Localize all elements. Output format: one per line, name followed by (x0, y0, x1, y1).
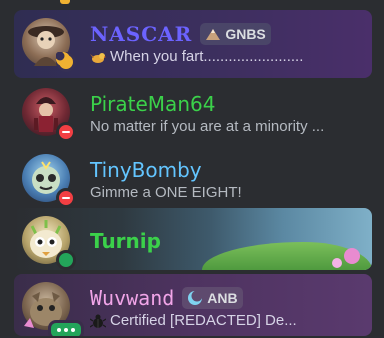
member-name: Turnip (90, 229, 161, 253)
member-item-turnip[interactable]: Turnip (14, 208, 372, 270)
status-typing-icon (48, 320, 84, 336)
flower-decoration (332, 258, 342, 268)
member-item-wuvwand[interactable]: Wuvwand ANB Certified [REDACTED] De... (14, 274, 372, 336)
status-indicator-partial (60, 0, 70, 4)
mountain-icon (205, 26, 221, 42)
guild-tag-label: GNBS (225, 26, 266, 42)
member-activity: When you fart........................ (110, 48, 304, 65)
status-dnd-icon (56, 188, 76, 208)
guild-tag[interactable]: GNBS (200, 23, 271, 45)
member-item-tinybomby[interactable]: TinyBomby Gimme a ONE EIGHT! (14, 146, 372, 210)
moon-icon (187, 290, 203, 306)
bird-emoji (90, 49, 106, 65)
member-activity: Certified [REDACTED] De... (110, 312, 297, 329)
member-name: NASCAR (90, 22, 193, 46)
flower-decoration (344, 248, 360, 264)
member-name: PirateMan64 (90, 92, 216, 116)
guild-tag-label: ANB (207, 290, 238, 306)
beetle-emoji (89, 313, 107, 329)
member-item-nascar[interactable]: NASCAR GNBS When you fart...............… (14, 10, 372, 78)
status-online-icon (56, 250, 76, 270)
status-dnd-icon (56, 122, 76, 142)
status-idle-icon (56, 52, 76, 72)
member-list: NASCAR GNBS When you fart...............… (0, 0, 384, 338)
member-activity: Gimme a ONE EIGHT! (90, 184, 242, 201)
member-name: TinyBomby (90, 158, 202, 182)
guild-tag[interactable]: ANB (182, 287, 243, 309)
member-item-pirateman64[interactable]: PirateMan64 No matter if you are at a mi… (14, 80, 372, 144)
member-name: Wuvwand (90, 286, 175, 310)
member-activity: No matter if you are at a minority ... (90, 118, 325, 135)
